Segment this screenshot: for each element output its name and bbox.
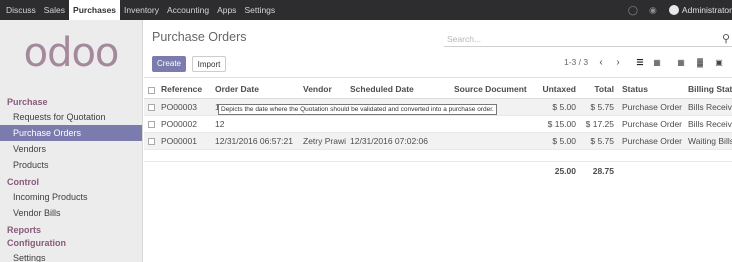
calendar-view-icon[interactable]: ▣ [711, 55, 727, 71]
select-all-checkbox[interactable] [144, 81, 157, 99]
menu-settings[interactable]: Settings [240, 0, 279, 20]
cell-status: Purchase Order [618, 98, 684, 116]
pivot-view-icon[interactable]: ▦ [673, 55, 689, 71]
cell-billing-status: Bills Received [684, 115, 732, 133]
menu-discuss[interactable]: Discuss [2, 0, 40, 20]
cell-order-date: 12/31/2016 06:57:21 [211, 132, 299, 150]
search-placeholder: Search... [447, 34, 482, 44]
chat-icon[interactable]: ◉ [648, 5, 658, 15]
menu-purchases[interactable]: Purchases [69, 0, 121, 20]
empty-row [144, 149, 732, 162]
pager-next-icon[interactable]: › [610, 55, 626, 71]
sidebar-item-purchase-orders[interactable]: Purchase Orders [0, 125, 142, 141]
menu-inventory[interactable]: Inventory [120, 0, 163, 20]
sidebar-item-vendor-bills[interactable]: Vendor Bills [0, 205, 142, 221]
search-icon[interactable]: ⚲ [722, 32, 730, 45]
search-input[interactable]: Search... ⚲ [444, 32, 732, 47]
cell-reference: PO00002 [157, 115, 211, 133]
section-configuration[interactable]: Configuration [0, 237, 142, 250]
col-source-document[interactable]: Source Document [450, 81, 536, 99]
cell-reference: PO00003 [157, 98, 211, 116]
table-row[interactable]: PO00001 12/31/2016 06:57:21 Zetry Prawir… [144, 132, 732, 150]
graph-view-icon[interactable]: ▓ [692, 55, 708, 71]
col-untaxed[interactable]: Untaxed [536, 81, 580, 99]
cell-billing-status: Waiting Bills [684, 132, 732, 150]
avatar[interactable] [668, 5, 679, 15]
cell-total: $ 5.75 [580, 98, 618, 116]
kanban-view-icon[interactable]: ▦ [649, 55, 665, 71]
row-checkbox[interactable] [144, 115, 157, 133]
odoo-logo[interactable]: odoo [0, 20, 142, 86]
menu-sales[interactable]: Sales [40, 0, 69, 20]
import-button[interactable]: Import [192, 56, 226, 72]
create-button[interactable]: Create [152, 56, 186, 72]
cell-total: $ 17.25 [580, 115, 618, 133]
col-billing-status[interactable]: Billing Status [684, 81, 732, 99]
cell-scheduled-date [346, 115, 450, 133]
order-date-tooltip: Depicts the date where the Quotation sho… [218, 104, 497, 115]
systray: ◯ ◉ Administrator [623, 0, 732, 20]
pager-previous-icon[interactable]: ‹ [593, 55, 609, 71]
col-total[interactable]: Total [580, 81, 618, 99]
col-scheduled-date[interactable]: Scheduled Date [346, 81, 450, 99]
sidebar: odoo Purchase Requests for Quotation Pur… [0, 20, 143, 262]
cell-untaxed: $ 15.00 [536, 115, 580, 133]
sidebar-item-rfq[interactable]: Requests for Quotation [0, 109, 142, 125]
section-reports[interactable]: Reports [0, 224, 142, 237]
user-menu[interactable]: Administrator [682, 5, 732, 15]
row-checkbox[interactable] [144, 132, 157, 150]
control-panel: Purchase Orders Search... ⚲ Create Impor… [144, 20, 732, 78]
menu-accounting[interactable]: Accounting [163, 0, 213, 20]
menu-apps[interactable]: Apps [213, 0, 240, 20]
cell-untaxed: $ 5.00 [536, 98, 580, 116]
cell-order-date: 12 [211, 115, 299, 133]
col-status[interactable]: Status [618, 81, 684, 99]
cell-reference: PO00001 [157, 132, 211, 150]
sidebar-item-incoming-products[interactable]: Incoming Products [0, 189, 142, 205]
table-row[interactable]: PO00002 12 $ 15.00 $ 17.25 Purchase Orde… [144, 115, 732, 133]
totals-row: 25.00 28.75 [144, 161, 732, 181]
col-reference[interactable]: Reference [157, 81, 211, 99]
sidebar-item-vendors[interactable]: Vendors [0, 141, 142, 157]
pager-value[interactable]: 1-3 / 3 [564, 57, 588, 67]
cell-status: Purchase Order [618, 115, 684, 133]
col-vendor[interactable]: Vendor [299, 81, 346, 99]
top-navbar: Discuss Sales Purchases Inventory Accoun… [0, 0, 732, 20]
cell-source-document [450, 115, 536, 133]
total-total: 28.75 [592, 166, 614, 177]
sidebar-item-settings[interactable]: Settings [0, 250, 142, 262]
cell-vendor [299, 115, 346, 133]
cell-scheduled-date: 12/31/2016 07:02:06 [346, 132, 450, 150]
col-order-date[interactable]: Order Date [211, 81, 299, 99]
cell-source-document [450, 132, 536, 150]
activity-icon[interactable]: ◯ [628, 5, 638, 15]
page-title: Purchase Orders [152, 30, 247, 44]
list-view-icon[interactable]: ☰ [632, 55, 648, 71]
app-menu: Discuss Sales Purchases Inventory Accoun… [0, 0, 279, 20]
main-content: Purchase Orders Search... ⚲ Create Impor… [144, 20, 732, 262]
cell-untaxed: $ 5.00 [536, 132, 580, 150]
cell-billing-status: Bills Received [684, 98, 732, 116]
purchase-orders-table: Reference Order Date Vendor Scheduled Da… [144, 81, 732, 181]
sidebar-item-products[interactable]: Products [0, 157, 142, 173]
row-checkbox[interactable] [144, 98, 157, 116]
cell-status: Purchase Order [618, 132, 684, 150]
section-purchase[interactable]: Purchase [0, 96, 142, 109]
logo-text: odoo [23, 30, 120, 76]
cell-total: $ 5.75 [580, 132, 618, 150]
table-header: Reference Order Date Vendor Scheduled Da… [144, 81, 732, 99]
cell-vendor: Zetry Prawira [299, 132, 346, 150]
section-control[interactable]: Control [0, 176, 142, 189]
total-untaxed: 25.00 [554, 166, 576, 177]
